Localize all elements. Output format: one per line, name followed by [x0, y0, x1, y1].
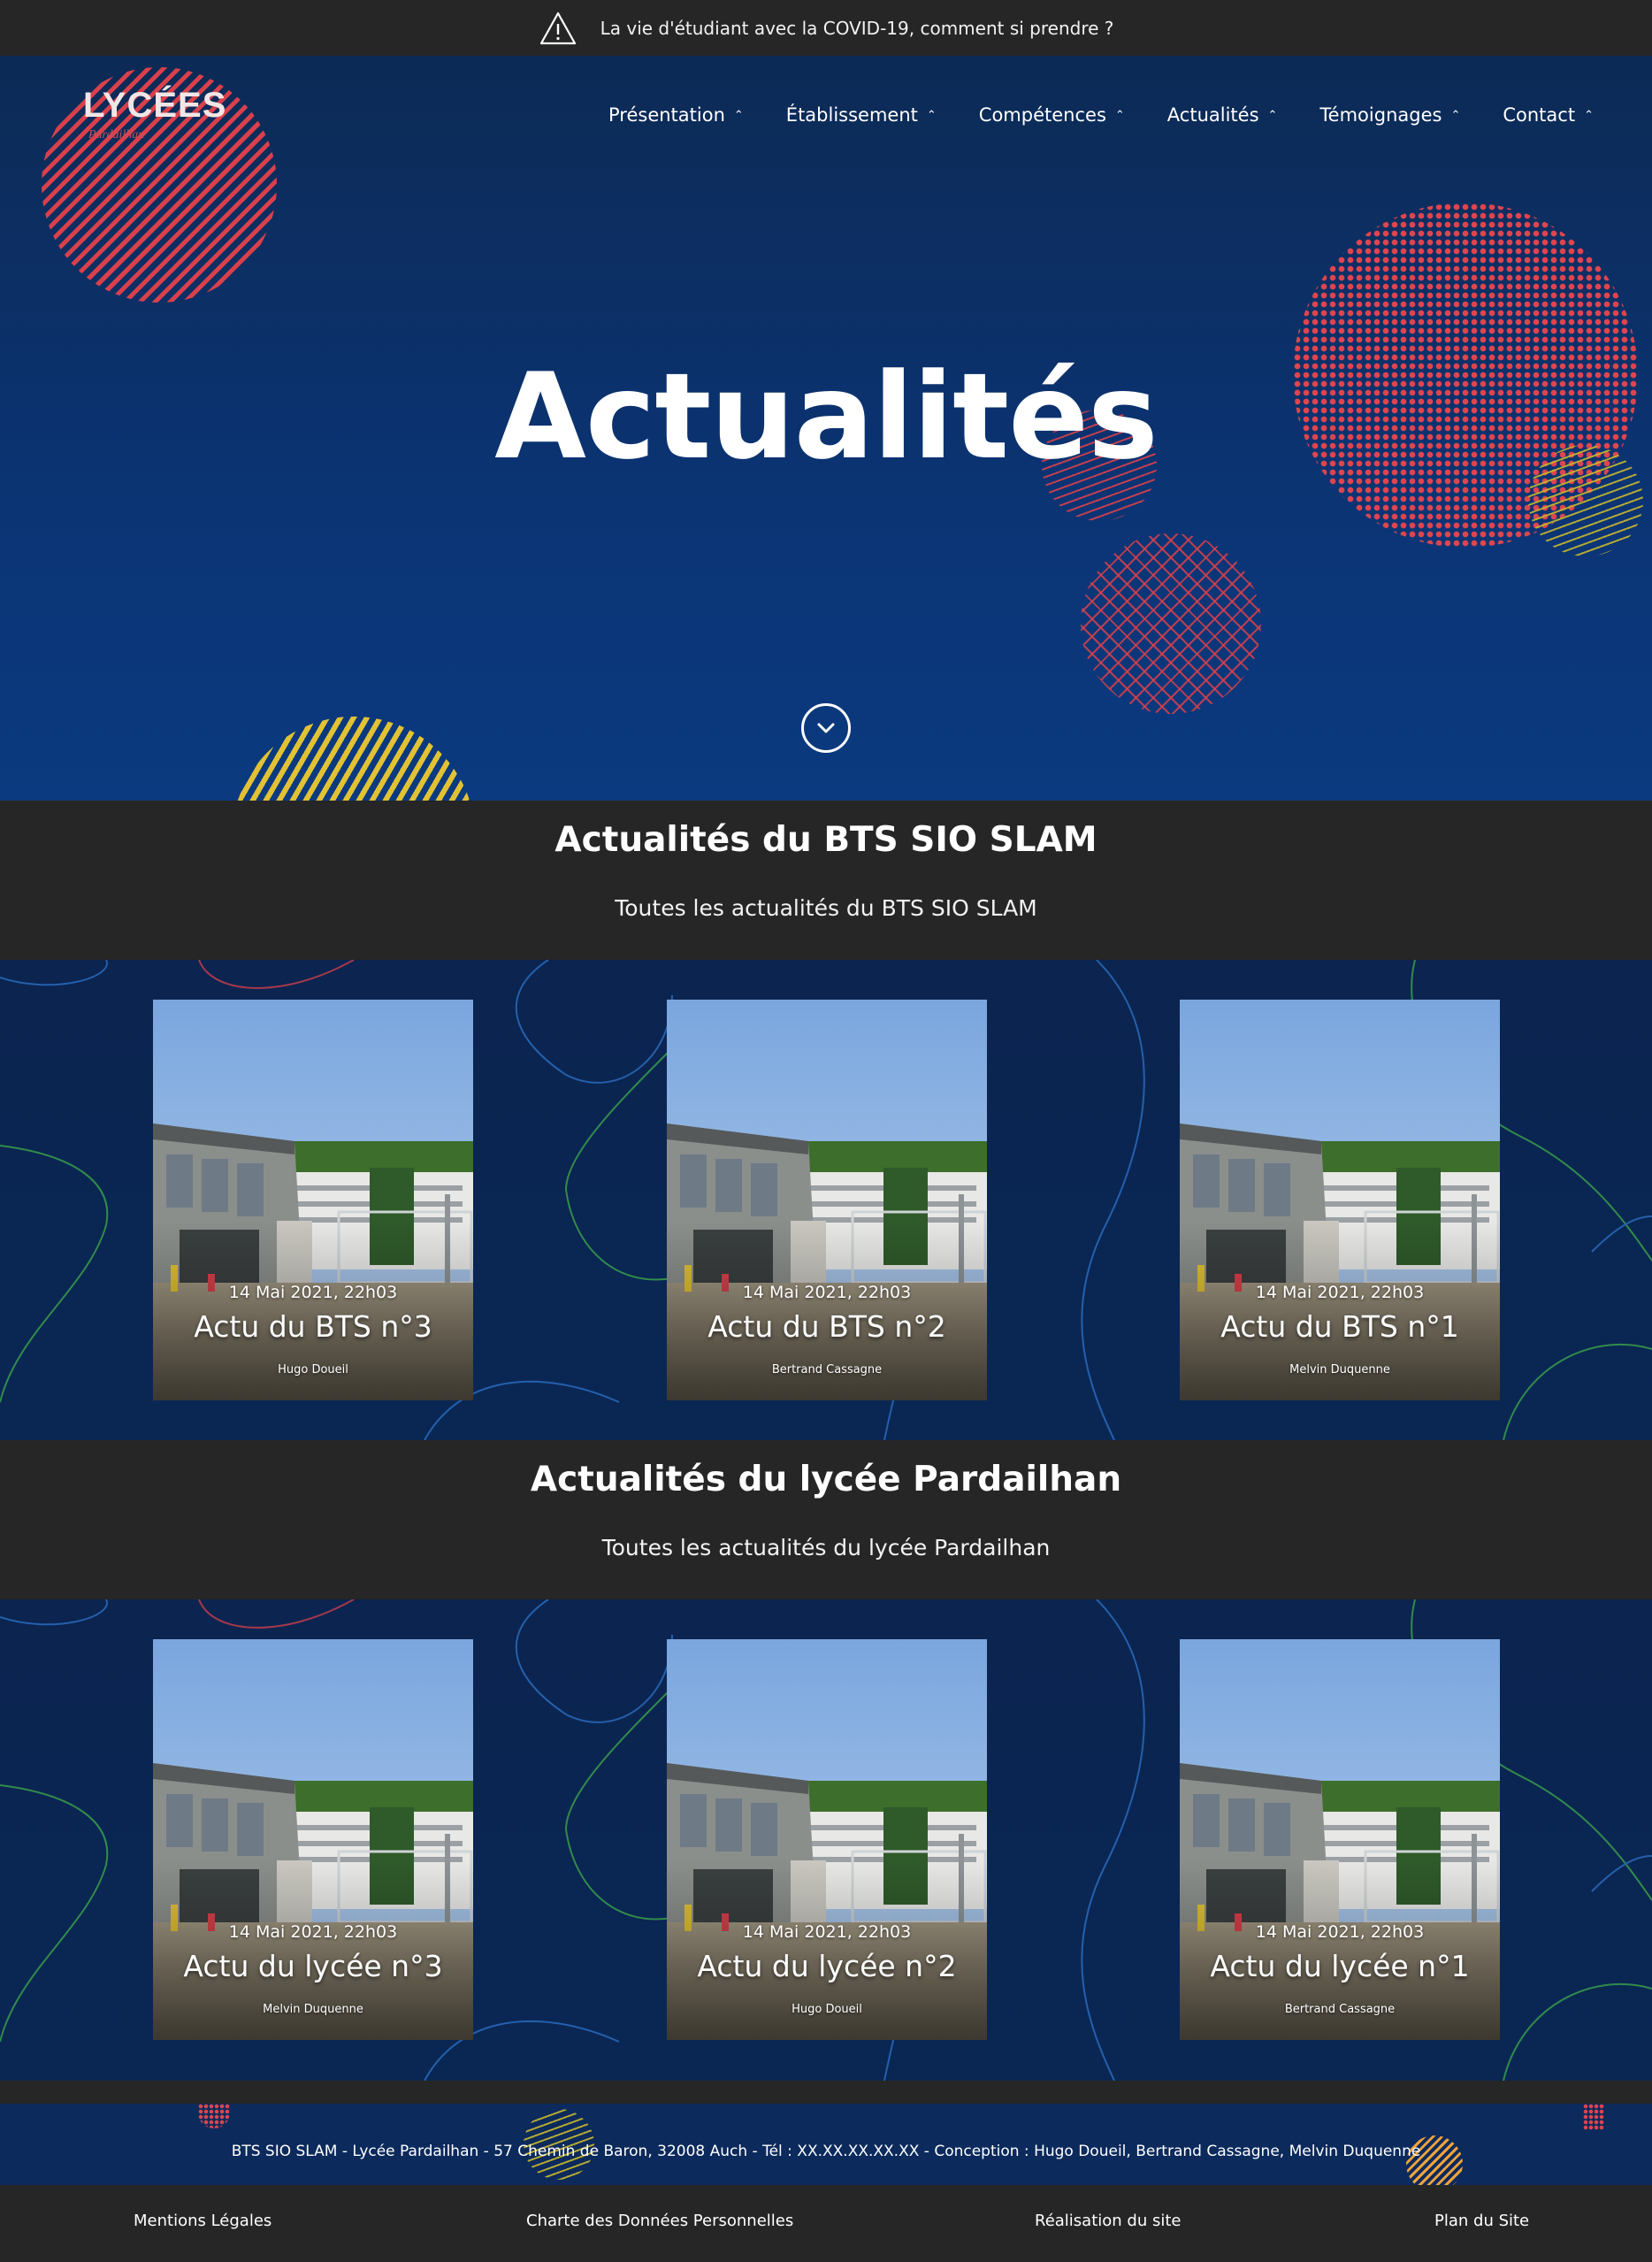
nav-label: Présentation	[608, 104, 725, 126]
news-title: Actu du lycée n°2	[697, 1949, 957, 1983]
footer-info-text: BTS SIO SLAM - Lycée Pardailhan - 57 Che…	[231, 2143, 1421, 2160]
news-date: 14 Mai 2021, 22h03	[1255, 1283, 1425, 1302]
news-author: Bertrand Cassagne	[1284, 2003, 1396, 2016]
news-title: Actu du BTS n°3	[194, 1309, 432, 1344]
news-card[interactable]: 14 Mai 2021, 22h03 Actu du BTS n°1 Melvi…	[1180, 1000, 1500, 1400]
section-heading: Actualités du lycée Pardailhan	[530, 1460, 1122, 1499]
news-card[interactable]: 14 Mai 2021, 22h03 Actu du lycée n°2 Hug…	[667, 1639, 987, 2040]
news-date: 14 Mai 2021, 22h03	[1255, 1922, 1425, 1942]
section-header-lycee: Actualités du lycée Pardailhan Toutes le…	[0, 1440, 1652, 1599]
chevron-up-icon: ⌃	[733, 108, 744, 122]
footer-link-plan-du-site[interactable]: Plan du Site	[1434, 2212, 1529, 2230]
footer-link-mentions-legales[interactable]: Mentions Légales	[134, 2212, 272, 2230]
hero-banner: LYCÉES Pardailhan Présentation ⌃ Établis…	[0, 56, 1652, 801]
footer-link-realisation[interactable]: Réalisation du site	[1035, 2212, 1181, 2230]
decorative-dotted-shape	[198, 2104, 230, 2128]
section-subtitle: Toutes les actualités du lycée Pardailha…	[601, 1535, 1051, 1560]
scroll-down-button[interactable]	[801, 703, 851, 753]
news-grid-bts: 14 Mai 2021, 22h03 Actu du BTS n°3 Hugo …	[0, 960, 1652, 1440]
section-heading: Actualités du BTS SIO SLAM	[554, 820, 1098, 860]
decorative-dotted-shape	[1583, 2104, 1604, 2130]
news-author: Hugo Doueil	[792, 2003, 862, 2016]
nav-label: Compétences	[978, 104, 1106, 126]
chevron-up-icon: ⌃	[1114, 108, 1125, 122]
news-date: 14 Mai 2021, 22h03	[742, 1922, 912, 1942]
section-header-bts: Actualités du BTS SIO SLAM Toutes les ac…	[0, 801, 1652, 960]
news-title: Actu du lycée n°3	[183, 1949, 443, 1983]
news-card[interactable]: 14 Mai 2021, 22h03 Actu du lycée n°3 Mel…	[153, 1639, 473, 2040]
news-author: Melvin Duquenne	[1289, 1363, 1390, 1376]
nav-item-temoignages[interactable]: Témoignages ⌃	[1298, 102, 1481, 128]
footer-info: BTS SIO SLAM - Lycée Pardailhan - 57 Che…	[0, 2104, 1652, 2185]
news-title: Actu du lycée n°1	[1210, 1949, 1470, 1983]
site-logo-subtitle: Pardailhan	[88, 128, 145, 142]
news-card[interactable]: 14 Mai 2021, 22h03 Actu du lycée n°1 Ber…	[1180, 1639, 1500, 2040]
chevron-up-icon: ⌃	[926, 108, 937, 122]
section-subtitle: Toutes les actualités du BTS SIO SLAM	[615, 895, 1037, 921]
nav-item-actualites[interactable]: Actualités ⌃	[1146, 102, 1299, 128]
nav-label: Contact	[1503, 104, 1576, 126]
chevron-up-icon: ⌃	[1584, 108, 1594, 122]
nav-label: Établissement	[785, 104, 918, 126]
page-title: Actualités	[494, 348, 1159, 486]
decorative-yellow-circle	[232, 717, 476, 801]
nav-item-competences[interactable]: Compétences ⌃	[958, 102, 1146, 128]
news-author: Bertrand Cassagne	[771, 1363, 883, 1376]
footer-links: Mentions Légales Charte des Données Pers…	[0, 2185, 1652, 2262]
chevron-down-icon	[817, 723, 835, 733]
chevron-up-icon: ⌃	[1450, 108, 1461, 122]
nav-label: Témoignages	[1319, 104, 1442, 126]
news-title: Actu du BTS n°1	[1220, 1309, 1459, 1344]
news-author: Melvin Duquenne	[263, 2003, 363, 2016]
decorative-grid-circle	[1081, 533, 1261, 714]
news-card[interactable]: 14 Mai 2021, 22h03 Actu du BTS n°3 Hugo …	[153, 1000, 473, 1400]
nav-label: Actualités	[1166, 104, 1259, 126]
site-logo[interactable]: LYCÉES	[83, 86, 226, 126]
news-date: 14 Mai 2021, 22h03	[742, 1283, 912, 1302]
news-date: 14 Mai 2021, 22h03	[228, 1922, 398, 1942]
news-grid-lycee: 14 Mai 2021, 22h03 Actu du lycée n°3 Mel…	[0, 1599, 1652, 2081]
chevron-up-icon: ⌃	[1267, 108, 1278, 122]
news-date: 14 Mai 2021, 22h03	[228, 1283, 398, 1302]
announcement-bar[interactable]: La vie d'étudiant avec la COVID-19, comm…	[0, 0, 1652, 56]
main-nav: Présentation ⌃ Établissement ⌃ Compétenc…	[587, 102, 1615, 128]
news-card[interactable]: 14 Mai 2021, 22h03 Actu du BTS n°2 Bertr…	[667, 1000, 987, 1400]
nav-item-etablissement[interactable]: Établissement ⌃	[765, 102, 958, 128]
news-author: Hugo Doueil	[278, 1363, 348, 1376]
nav-item-contact[interactable]: Contact ⌃	[1481, 102, 1615, 128]
announcement-text[interactable]: La vie d'étudiant avec la COVID-19, comm…	[600, 18, 1114, 39]
nav-item-presentation[interactable]: Présentation ⌃	[587, 102, 765, 128]
news-title: Actu du BTS n°2	[707, 1309, 946, 1344]
footer-divider	[0, 2081, 1652, 2104]
warning-triangle-icon	[539, 12, 576, 44]
footer-link-charte-donnees[interactable]: Charte des Données Personnelles	[526, 2212, 793, 2230]
